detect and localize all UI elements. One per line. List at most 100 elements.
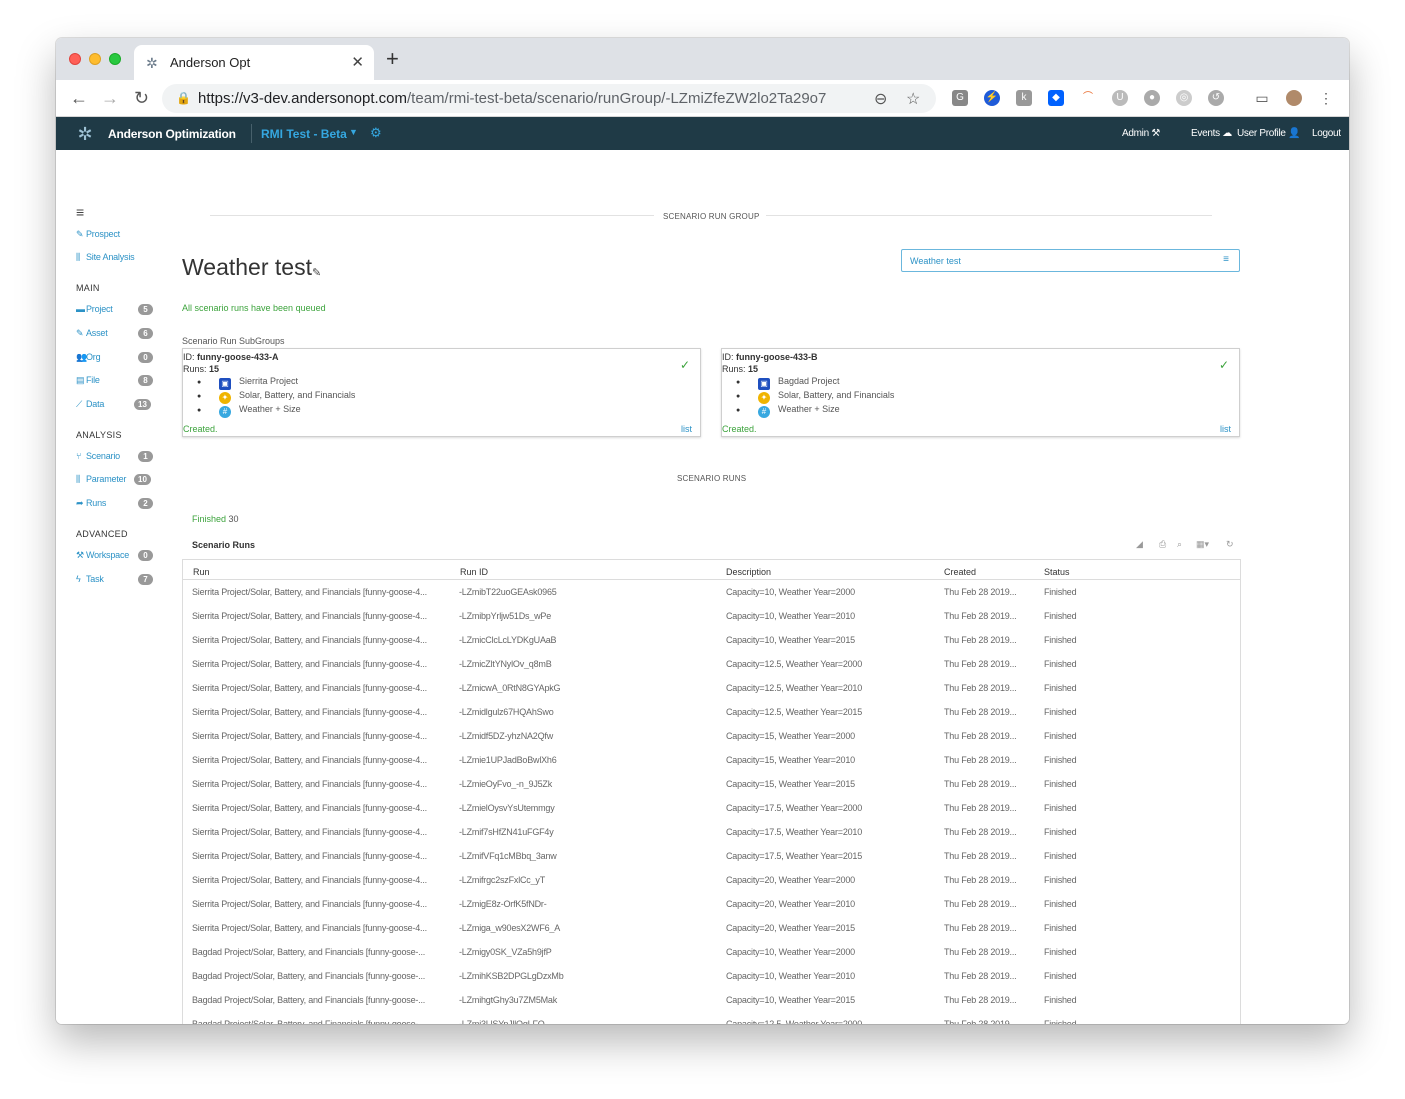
profile-avatar[interactable] (1286, 90, 1302, 106)
menu-dots-icon[interactable]: ⋮ (1318, 90, 1334, 106)
check-icon: ✓ (679, 358, 690, 372)
sidebar-item-runs[interactable]: ➦ Runs (76, 498, 106, 509)
gear-icon[interactable]: ⚙ (370, 125, 382, 141)
subgroup-list-link[interactable]: list (681, 424, 692, 434)
table-row[interactable]: Sierrita Project/Solar, Battery, and Fin… (183, 731, 1240, 755)
browser-window: ✲ Anderson Opt ✕ + ← → ↻ 🔒 https://v3-de… (56, 38, 1349, 1024)
zoom-icon[interactable]: ⊖ (874, 89, 887, 109)
sidebar-item-task[interactable]: ϟ Task (76, 574, 104, 584)
user-profile-link[interactable]: User Profile 👤 (1237, 128, 1301, 139)
sidebar-item-data[interactable]: ⟋ Data (76, 399, 104, 410)
sidebar-item-parameter[interactable]: ⫼ Parameter (76, 474, 126, 485)
minimize-window-button[interactable] (89, 53, 101, 65)
extension-u-icon[interactable]: U (1112, 90, 1128, 106)
refresh-icon[interactable]: ↻ (1226, 539, 1234, 550)
caret-down-icon[interactable]: ▼ (349, 127, 358, 137)
table-row[interactable]: Sierrita Project/Solar, Battery, and Fin… (183, 899, 1240, 923)
table-cell: Thu Feb 28 2019... (944, 659, 1017, 669)
selector-value: Weather test (910, 256, 961, 266)
table-row[interactable]: Sierrita Project/Solar, Battery, and Fin… (183, 803, 1240, 827)
forward-arrow-icon[interactable]: → (101, 87, 119, 109)
finished-summary: Finished 30 (192, 514, 239, 524)
table-cell: Sierrita Project/Solar, Battery, and Fin… (192, 899, 427, 909)
back-arrow-icon[interactable]: ← (70, 87, 88, 109)
logout-link[interactable]: Logout (1312, 128, 1341, 139)
extension-arc-icon[interactable]: ⌒ (1080, 90, 1096, 106)
table-row[interactable]: Bagdad Project/Solar, Battery, and Finan… (183, 1019, 1240, 1024)
table-cell: -LZmif7sHfZN41uFGF4y (459, 827, 554, 837)
address-bar[interactable]: 🔒 https://v3-dev.andersonopt.com/team/rm… (162, 84, 936, 113)
sidebar-item-scenario[interactable]: ⑂ Scenario (76, 451, 120, 461)
column-header-description[interactable]: Description (726, 567, 771, 577)
team-selector[interactable]: RMI Test - Beta (261, 127, 347, 141)
column-header-run-id[interactable]: Run ID (460, 567, 488, 577)
table-row[interactable]: Sierrita Project/Solar, Battery, and Fin… (183, 635, 1240, 659)
run-group-selector[interactable]: Weather test ≡ (901, 249, 1240, 272)
table-row[interactable]: Sierrita Project/Solar, Battery, and Fin… (183, 587, 1240, 611)
table-cell: Sierrita Project/Solar, Battery, and Fin… (192, 827, 427, 837)
table-cell: Capacity=10, Weather Year=2000 (726, 587, 855, 597)
maximize-window-button[interactable] (109, 53, 121, 65)
events-link[interactable]: Events ☁ (1191, 128, 1232, 139)
table-row[interactable]: Sierrita Project/Solar, Battery, and Fin… (183, 611, 1240, 635)
users-icon: 👥 (76, 352, 88, 362)
extension-circle-icon[interactable]: ● (1144, 90, 1160, 106)
table-cell: -LZmie1UPJadBoBwlXh6 (459, 755, 557, 765)
close-window-button[interactable] (69, 53, 81, 65)
signal-icon[interactable]: ◢ (1136, 539, 1143, 550)
columns-icon[interactable]: ▦▾ (1196, 539, 1209, 550)
table-row[interactable]: Sierrita Project/Solar, Battery, and Fin… (183, 779, 1240, 803)
column-header-created[interactable]: Created (944, 567, 976, 577)
dropbox-icon[interactable]: ◆ (1048, 90, 1064, 106)
table-cell: Bagdad Project/Solar, Battery, and Finan… (192, 1019, 426, 1024)
table-row[interactable]: Sierrita Project/Solar, Battery, and Fin… (183, 755, 1240, 779)
table-row[interactable]: Sierrita Project/Solar, Battery, and Fin… (183, 707, 1240, 731)
hamburger-menu-icon[interactable]: ≡ (76, 204, 84, 220)
tab-close-icon[interactable]: ✕ (351, 53, 364, 71)
sidebar-item-file[interactable]: ▤ File (76, 375, 100, 386)
table-row[interactable]: Bagdad Project/Solar, Battery, and Finan… (183, 971, 1240, 995)
extension-k-icon[interactable]: k (1016, 90, 1032, 106)
column-header-status[interactable]: Status (1044, 567, 1070, 577)
sidebar-item-prospect[interactable]: ✎ Prospect (76, 229, 120, 240)
column-header-run[interactable]: Run (193, 567, 210, 577)
print-icon[interactable]: ⎙ (1159, 539, 1166, 550)
table-row[interactable]: Sierrita Project/Solar, Battery, and Fin… (183, 875, 1240, 899)
new-tab-icon[interactable]: + (386, 48, 399, 70)
search-icon[interactable]: ⌕ (1177, 539, 1182, 550)
sidebar-item-workspace[interactable]: ⚒ Workspace (76, 550, 129, 561)
extension-refresh-icon[interactable]: ↺ (1208, 90, 1224, 106)
edit-pencil-icon[interactable]: ✎ (312, 266, 321, 279)
queued-message: All scenario runs have been queued (182, 303, 326, 313)
subgroup-status: Created. (183, 424, 218, 434)
table-cell: Finished (1044, 923, 1077, 933)
table-cell: -LZmieOyFvo_-n_9J5Zk (459, 779, 553, 789)
sidebar-item-asset[interactable]: ✎ Asset (76, 328, 108, 339)
table-row[interactable]: Bagdad Project/Solar, Battery, and Finan… (183, 995, 1240, 1019)
admin-link[interactable]: Admin ⚒ (1122, 128, 1160, 139)
browser-tab[interactable]: ✲ Anderson Opt ✕ (134, 45, 374, 80)
sidebar-item-org[interactable]: 👥Org (76, 352, 101, 363)
reload-icon[interactable]: ↻ (134, 87, 149, 109)
project-icon: ▣ (219, 378, 231, 390)
table-cell: -LZmigy0SK_VZa5h9jfP (459, 947, 552, 957)
subgroup-list-link[interactable]: list (1220, 424, 1231, 434)
extension-ring-icon[interactable]: ◎ (1176, 90, 1192, 106)
network-logo-icon[interactable]: ✲ (74, 123, 96, 145)
brand-name[interactable]: Anderson Optimization (108, 127, 236, 141)
table-row[interactable]: Sierrita Project/Solar, Battery, and Fin… (183, 827, 1240, 851)
table-row[interactable]: Sierrita Project/Solar, Battery, and Fin… (183, 659, 1240, 683)
subgroup-runs: Runs: 15 (722, 364, 759, 374)
extension-g-icon[interactable]: G (952, 90, 968, 106)
table-row[interactable]: Sierrita Project/Solar, Battery, and Fin… (183, 851, 1240, 875)
sidebar-item-site-analysis[interactable]: ⫼ Site Analysis (76, 252, 135, 263)
table-cell: Thu Feb 28 2019... (944, 635, 1017, 645)
table-row[interactable]: Sierrita Project/Solar, Battery, and Fin… (183, 923, 1240, 947)
bookmark-star-icon[interactable]: ☆ (906, 89, 920, 109)
sidebar-item-project[interactable]: ▬Project (76, 304, 113, 314)
cast-icon[interactable]: ▭ (1254, 90, 1270, 106)
extension-bolt-icon[interactable]: ⚡ (984, 90, 1000, 106)
table-row[interactable]: Bagdad Project/Solar, Battery, and Finan… (183, 947, 1240, 971)
table-cell: Thu Feb 28 2019... (944, 707, 1017, 717)
table-row[interactable]: Sierrita Project/Solar, Battery, and Fin… (183, 683, 1240, 707)
